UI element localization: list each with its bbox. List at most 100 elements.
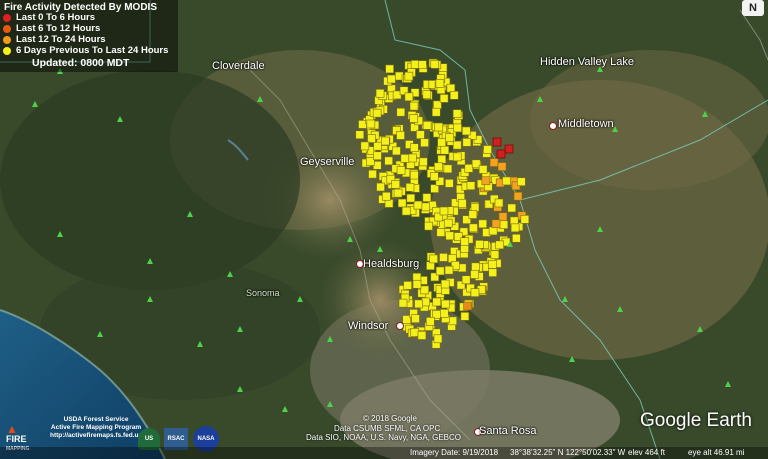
fire-detection-square: [517, 177, 526, 187]
fire-detection-square: [497, 162, 507, 171]
fire-detection-square: [495, 240, 504, 250]
fire-detection-square: [445, 231, 455, 241]
fire-detection-square: [512, 233, 521, 243]
fire-detection-square: [381, 136, 390, 146]
fire-detection-square: [412, 279, 422, 289]
fire-detection-square: [475, 240, 484, 249]
fire-detection-square: [430, 184, 439, 193]
legend-item: Last 0 To 6 Hours: [3, 12, 95, 23]
fire-detection-square: [418, 60, 427, 69]
place-hidden-valley-lake: Hidden Valley Lake: [540, 56, 634, 68]
fire-detection-square: [466, 181, 476, 191]
fire-detection-square: [504, 144, 514, 154]
fire-detection-square: [443, 218, 453, 228]
fire-detection-square: [439, 253, 448, 262]
red-orange-dot-icon: [3, 24, 11, 33]
fire-detection-square: [470, 203, 480, 212]
fire-detection-square: [457, 199, 467, 208]
eye-altitude-readout: eye alt 46.91 mi: [688, 448, 745, 457]
fire-detection-square: [499, 220, 509, 229]
elevation-readout: elev 464 ft: [628, 448, 665, 457]
fire-detection-square: [401, 206, 411, 216]
fire-detection-square: [365, 157, 375, 166]
fire-detection-square: [420, 138, 429, 148]
fire-detection-square: [491, 219, 501, 229]
fire-detection-square: [488, 226, 498, 236]
fire-detection-square: [396, 107, 406, 117]
fire-legend: Fire Activity Detected By MODIS Last 0 T…: [0, 0, 178, 72]
fire-detection-square: [431, 107, 441, 117]
fire-detection-square: [409, 114, 419, 123]
fire-detection-square: [494, 198, 504, 208]
fire-detection-square: [398, 298, 408, 308]
fire-detection-square: [452, 140, 462, 150]
fire-detection-square: [444, 265, 454, 275]
fire-detection-square: [396, 131, 405, 140]
fire-detection-square: [373, 141, 382, 151]
fire-detection-square: [437, 138, 446, 147]
updated-time: Updated: 0800 MDT: [32, 57, 130, 69]
fire-detection-square: [433, 334, 443, 344]
fire-detection-square: [409, 101, 419, 111]
fire-detection-square: [430, 172, 439, 181]
fire-detection-square: [372, 108, 382, 118]
agency-line: USDA Forest Service: [63, 416, 129, 423]
fire-detection-square: [520, 215, 530, 224]
fire-detection-square: [422, 90, 432, 99]
fire-detection-square: [510, 223, 520, 233]
fire-detection-square: [471, 262, 480, 272]
fire-detection-square: [481, 176, 491, 186]
legend-label: Last 0 To 6 Hours: [16, 12, 96, 23]
fire-detection-square: [463, 301, 472, 311]
place-santa-rosa: Santa Rosa: [479, 425, 537, 437]
place-pin-icon: [549, 122, 557, 130]
fire-detection-square: [440, 309, 449, 318]
fire-detection-square: [478, 219, 488, 229]
legend-label: Last 12 To 24 Hours: [16, 34, 106, 45]
fire-detection-square: [488, 268, 498, 277]
fire-detection-square: [452, 109, 462, 118]
fire-detection-square: [397, 198, 407, 208]
fire-detection-square: [446, 83, 456, 93]
fire-detection-square: [507, 203, 517, 213]
fire-detection-square: [434, 162, 443, 172]
fire-detection-square: [355, 130, 365, 140]
fire-detection-square: [405, 183, 415, 192]
fire-detection-square: [488, 260, 497, 269]
imagery-date: Imagery Date: 9/19/2018: [410, 448, 499, 457]
fire-detection-square: [449, 91, 459, 100]
fire-detection-square: [490, 250, 500, 259]
fire-detection-square: [410, 328, 420, 337]
fire-detection-square: [366, 119, 376, 129]
flame-icon: ▲: [6, 422, 18, 436]
legend-item: Last 12 To 24 Hours: [3, 34, 106, 45]
fire-detection-square: [414, 299, 423, 309]
fire-detection-square: [468, 210, 478, 219]
fire-detection-square: [358, 120, 367, 129]
credit-line: Data SIO, NOAA, U.S. Navy, NGA, GEBCO: [306, 433, 461, 442]
fire-detection-square: [434, 122, 444, 132]
fire-detection-square: [464, 164, 474, 173]
fire-detection-square: [417, 331, 427, 340]
fire-detection-square: [502, 176, 511, 186]
fire-detection-square: [478, 165, 488, 174]
fire-detection-square: [435, 79, 445, 88]
status-bar: Imagery Date: 9/19/2018 38°38'32.25" N 1…: [0, 447, 768, 459]
credit-line: Data CSUMB SFML, CA OPC: [334, 424, 441, 433]
fire-detection-square: [384, 199, 394, 208]
fire-detection-square: [360, 141, 370, 151]
north-arrow-icon[interactable]: N: [742, 0, 764, 16]
fire-detection-square: [453, 123, 462, 133]
fire-detection-square: [496, 149, 506, 159]
legend-item: 6 Days Previous To Last 24 Hours: [3, 45, 168, 56]
fire-detection-square: [404, 92, 414, 102]
fire-detection-square: [396, 166, 406, 175]
fire-detection-square: [373, 151, 382, 161]
fire-detection-square: [461, 275, 471, 285]
fire-detection-square: [470, 270, 479, 279]
fire-detection-square: [419, 157, 428, 167]
fire-detection-square: [406, 193, 416, 203]
fire-detection-square: [403, 281, 412, 290]
fire-detection-square: [439, 206, 449, 216]
place-cloverdale: Cloverdale: [212, 60, 265, 72]
